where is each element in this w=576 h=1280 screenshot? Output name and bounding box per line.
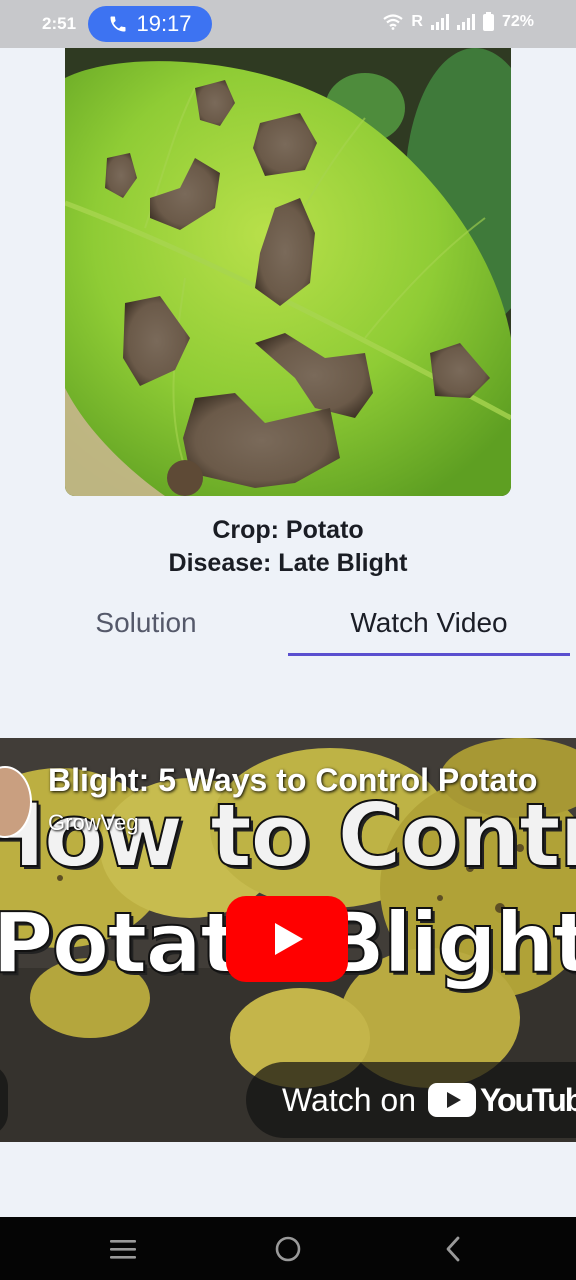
recent-apps-button[interactable]	[107, 1233, 139, 1265]
status-bar: 2:51 19:17 R 72%	[0, 0, 576, 48]
battery-percent: 72%	[501, 12, 534, 30]
call-timer: 19:17	[136, 11, 192, 36]
video-title[interactable]: Blight: 5 Ways to Control Potato	[48, 762, 537, 799]
battery-icon	[482, 12, 494, 31]
youtube-video-embed[interactable]: How to Control Potato Blight Blight: 5 W…	[0, 738, 576, 1142]
watch-on-youtube-button[interactable]: Watch on YouTub	[246, 1062, 576, 1138]
crop-label: Crop: Potato	[212, 516, 364, 544]
youtube-logo: YouTub	[427, 1081, 576, 1119]
signal-icon	[430, 13, 449, 30]
status-time: 2:51	[42, 14, 77, 33]
home-button[interactable]	[272, 1233, 304, 1265]
leaf-disease-image	[65, 48, 511, 496]
ongoing-call-pill[interactable]: 19:17	[88, 6, 212, 42]
wifi-icon	[383, 13, 404, 30]
status-indicators: R 72%	[383, 12, 534, 31]
system-nav-bar	[0, 1217, 576, 1280]
back-icon	[446, 1236, 460, 1262]
tab-selected-indicator	[288, 653, 570, 656]
menu-icon	[110, 1240, 136, 1259]
tab-solution[interactable]: Solution	[4, 590, 288, 656]
disease-label: Disease: Late Blight	[168, 549, 408, 577]
watch-on-label: Watch on	[282, 1081, 416, 1118]
diagnosis-summary: Crop: Potato Disease: Late Blight	[0, 514, 576, 580]
signal-icon	[456, 13, 475, 30]
network-letter: R	[411, 12, 423, 30]
channel-name[interactable]: GrowVeg	[48, 810, 139, 836]
play-icon	[275, 923, 303, 955]
tab-watch-video[interactable]: Watch Video	[288, 590, 570, 656]
back-button[interactable]	[438, 1233, 470, 1265]
youtube-wordmark: YouTub	[479, 1081, 576, 1118]
app-screen: 2:51 19:17 R 72% Crop: Potato Disease: L…	[0, 0, 576, 1280]
home-icon	[275, 1236, 301, 1262]
tab-bar: Solution Watch Video	[0, 590, 576, 660]
youtube-icon	[427, 1083, 476, 1117]
phone-icon	[110, 16, 126, 32]
play-button[interactable]	[226, 896, 348, 982]
